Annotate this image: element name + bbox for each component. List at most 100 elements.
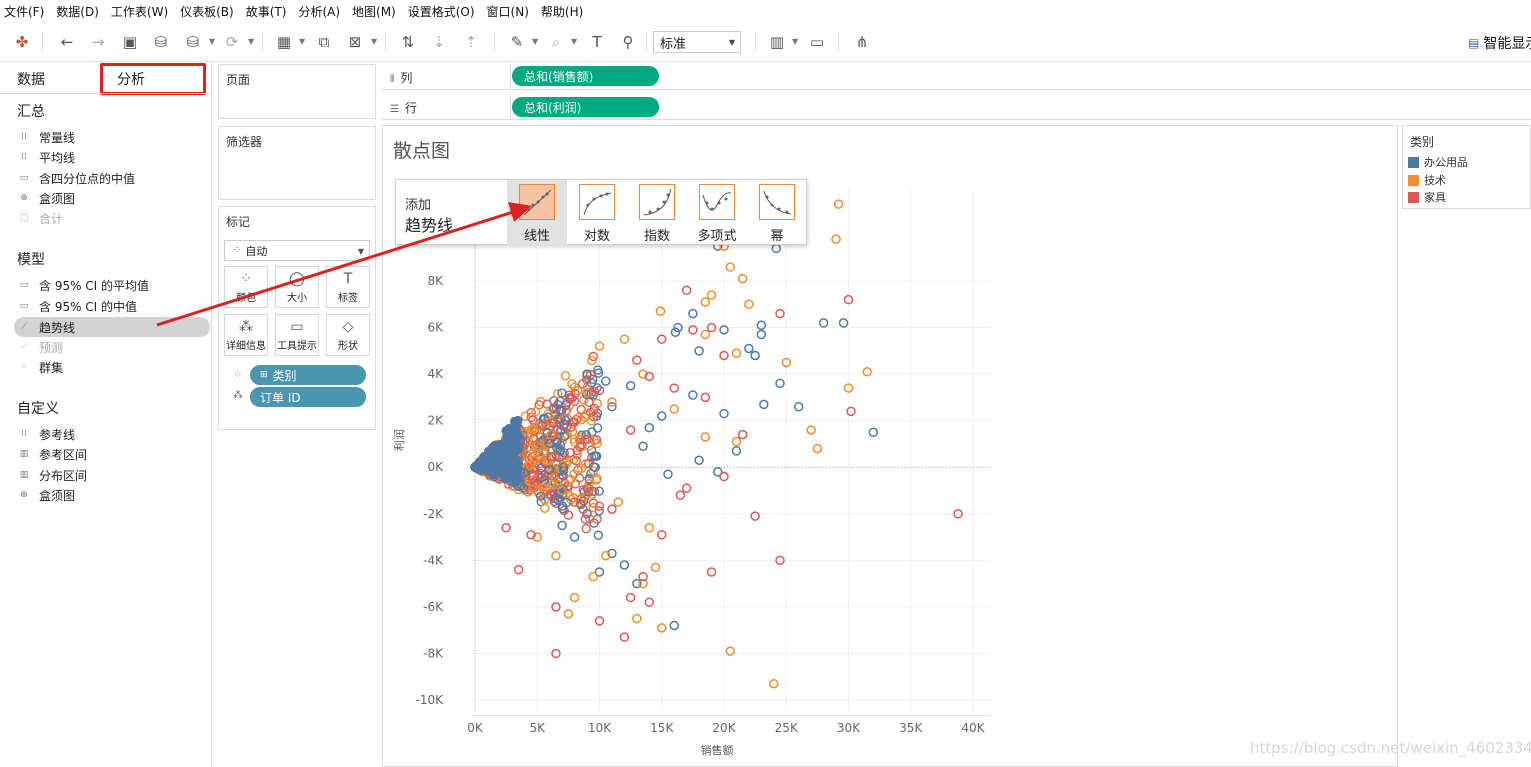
legend-item[interactable]: 办公用品	[1408, 154, 1468, 170]
trend-option-power[interactable]: 幂	[747, 180, 807, 246]
sort-asc-icon[interactable]: ⇣	[428, 31, 450, 53]
scatter-point	[619, 632, 630, 642]
box-plot-icon: ⊕	[20, 490, 28, 500]
shape-button[interactable]: ◇ 形状	[326, 314, 370, 356]
item-forecast[interactable]: ⟋ 预测	[17, 338, 63, 356]
item-constant-line[interactable]: ⁞⁞ 常量线	[17, 128, 75, 146]
x-tick-label: 40K	[961, 721, 985, 735]
scatter-point	[675, 490, 686, 500]
item-average-line[interactable]: ⁞⁞ 平均线	[17, 148, 75, 166]
tooltip-icon: ▭	[290, 319, 304, 335]
item-median-quartiles[interactable]: ▭ 含四分位点的中值	[17, 169, 135, 187]
trend-option-poly[interactable]: 多项式	[687, 180, 747, 246]
pill-category[interactable]: ⊞ 类别	[250, 365, 366, 385]
smart-display-icon: ▤	[1468, 36, 1480, 50]
presentation-icon[interactable]: ▭	[806, 31, 828, 53]
scatter-point	[681, 285, 692, 296]
show-labels-icon[interactable]: T	[586, 31, 608, 53]
filters-card[interactable]: 筛选器	[218, 126, 376, 200]
scatter-point	[505, 434, 515, 444]
item-totals[interactable]: ▢ 合计	[17, 209, 63, 227]
tableau-logo-icon[interactable]: ✤	[11, 31, 33, 53]
item-median-ci[interactable]: ▭ 含 95% CI 的中值	[17, 297, 137, 315]
detail-encoding-icon: ⁂	[233, 390, 243, 401]
y-tick-label: 0K	[427, 460, 444, 474]
fit-select[interactable]: 标准 ▼	[653, 31, 741, 53]
menu-dashboard[interactable]: 仪表板(B)	[180, 3, 234, 20]
color-legend: 类别 办公用品 技术 家具	[1402, 125, 1531, 209]
color-button[interactable]: ⁘ 颜色	[224, 266, 268, 308]
pill-order-id[interactable]: 订单 ID	[250, 387, 366, 407]
trend-option-log[interactable]: 对数	[567, 180, 627, 246]
item-reference-band[interactable]: ▥ 参考区间	[17, 445, 87, 463]
menu-map[interactable]: 地图(M)	[352, 3, 396, 20]
pill-sum-profit[interactable]: 总和(利润)	[512, 97, 659, 117]
menu-worksheet[interactable]: 工作表(W)	[111, 3, 168, 20]
scatter-point	[694, 455, 704, 465]
left-panel: 数据 分析 汇总 ⁞⁞ 常量线 ⁞⁞ 平均线 ▭ 含四分位点的中值 ⊕ 盒须图 ▢ 合计 …	[0, 63, 212, 767]
power-trend-icon	[759, 184, 795, 220]
trend-line-popup: 添加 趋势线 线性 对数 指数 多项式 幂	[395, 179, 807, 246]
swap-icon[interactable]: ⇅	[397, 31, 419, 53]
duplicate-icon[interactable]: ⧉	[313, 31, 335, 53]
legend-item[interactable]: 技术	[1408, 172, 1446, 188]
clear-sheet-icon[interactable]: ⊠	[344, 31, 366, 53]
menu-window[interactable]: 窗口(N)	[487, 3, 529, 20]
scatter-point	[513, 564, 524, 575]
label-button[interactable]: T 标签	[326, 266, 370, 308]
item-trend-line[interactable]: ⟋ 趋势线	[17, 318, 75, 336]
x-tick-label: 5K	[529, 721, 546, 735]
item-cluster[interactable]: ⁘ 群集	[17, 358, 63, 376]
item-distribution-band[interactable]: ▥ 分布区间	[17, 466, 87, 484]
pin-icon[interactable]: ⚲	[617, 31, 639, 53]
menu-analysis[interactable]: 分析(A)	[298, 3, 340, 20]
new-worksheet-icon[interactable]: ▦	[273, 31, 295, 53]
refresh-icon[interactable]: ⟳	[221, 31, 243, 53]
trend-option-linear[interactable]: 线性	[507, 180, 567, 246]
smart-display-button[interactable]: ▤ 智能显示	[1468, 33, 1531, 53]
x-tick-label: 0K	[467, 721, 484, 735]
chevron-down-icon: ▼	[728, 38, 735, 47]
sort-desc-icon[interactable]: ⇡	[460, 31, 482, 53]
show-cards-icon[interactable]: ▥	[766, 31, 788, 53]
pages-title: 页面	[226, 73, 251, 87]
pages-card[interactable]: 页面	[218, 64, 376, 119]
tooltip-button[interactable]: ▭ 工具提示	[275, 314, 319, 356]
undo-icon[interactable]: ←	[56, 31, 78, 53]
highlight-icon[interactable]: ✎	[506, 31, 528, 53]
redo-icon[interactable]: →	[87, 31, 109, 53]
avg-ci-icon: ▭	[19, 280, 29, 290]
scatter-point	[607, 504, 617, 514]
average-line-icon: ⁞⁞	[21, 152, 27, 162]
item-box-plot[interactable]: ⊕ 盒须图	[17, 189, 75, 207]
menu-help[interactable]: 帮助(H)	[541, 3, 583, 20]
menu-data[interactable]: 数据(D)	[56, 3, 99, 20]
scatter-point	[506, 424, 516, 434]
legend-item[interactable]: 家具	[1408, 189, 1446, 205]
menu-format[interactable]: 设置格式(O)	[408, 3, 475, 20]
item-reference-line[interactable]: ⁞⁞ 参考线	[17, 425, 75, 443]
new-datasource-icon[interactable]: ⛁	[150, 31, 172, 53]
item-box-plot-custom[interactable]: ⊕ 盒须图	[17, 486, 75, 504]
scatter-point	[625, 425, 636, 435]
group-icon[interactable]: ⌕	[545, 31, 567, 53]
item-avg-ci[interactable]: ▭ 含 95% CI 的平均值	[17, 276, 149, 294]
chevron-down-icon: ▼	[357, 247, 364, 256]
mark-type-select[interactable]: ⁘ 自动 ▼	[224, 240, 370, 261]
trend-option-exp[interactable]: 指数	[627, 180, 687, 246]
custom-header: 自定义	[17, 401, 59, 417]
tab-data[interactable]: 数据	[17, 69, 45, 89]
save-icon[interactable]: ▣	[119, 31, 141, 53]
y-tick-label: -10K	[416, 693, 445, 707]
share-icon[interactable]: ⋔	[851, 31, 873, 53]
menu-story[interactable]: 故事(T)	[246, 3, 287, 20]
detail-button[interactable]: ⁂ 详细信息	[224, 314, 268, 356]
pill-sum-sales[interactable]: 总和(销售额)	[512, 66, 659, 86]
linear-trend-icon	[519, 184, 555, 220]
scatter-point	[756, 329, 767, 340]
pause-updates-icon[interactable]: ⛁	[182, 31, 204, 53]
size-button[interactable]: ◯ 大小	[275, 266, 319, 308]
totals-icon: ▢	[19, 213, 29, 223]
marks-title: 标记	[226, 215, 251, 229]
menu-file[interactable]: 文件(F)	[4, 3, 44, 20]
